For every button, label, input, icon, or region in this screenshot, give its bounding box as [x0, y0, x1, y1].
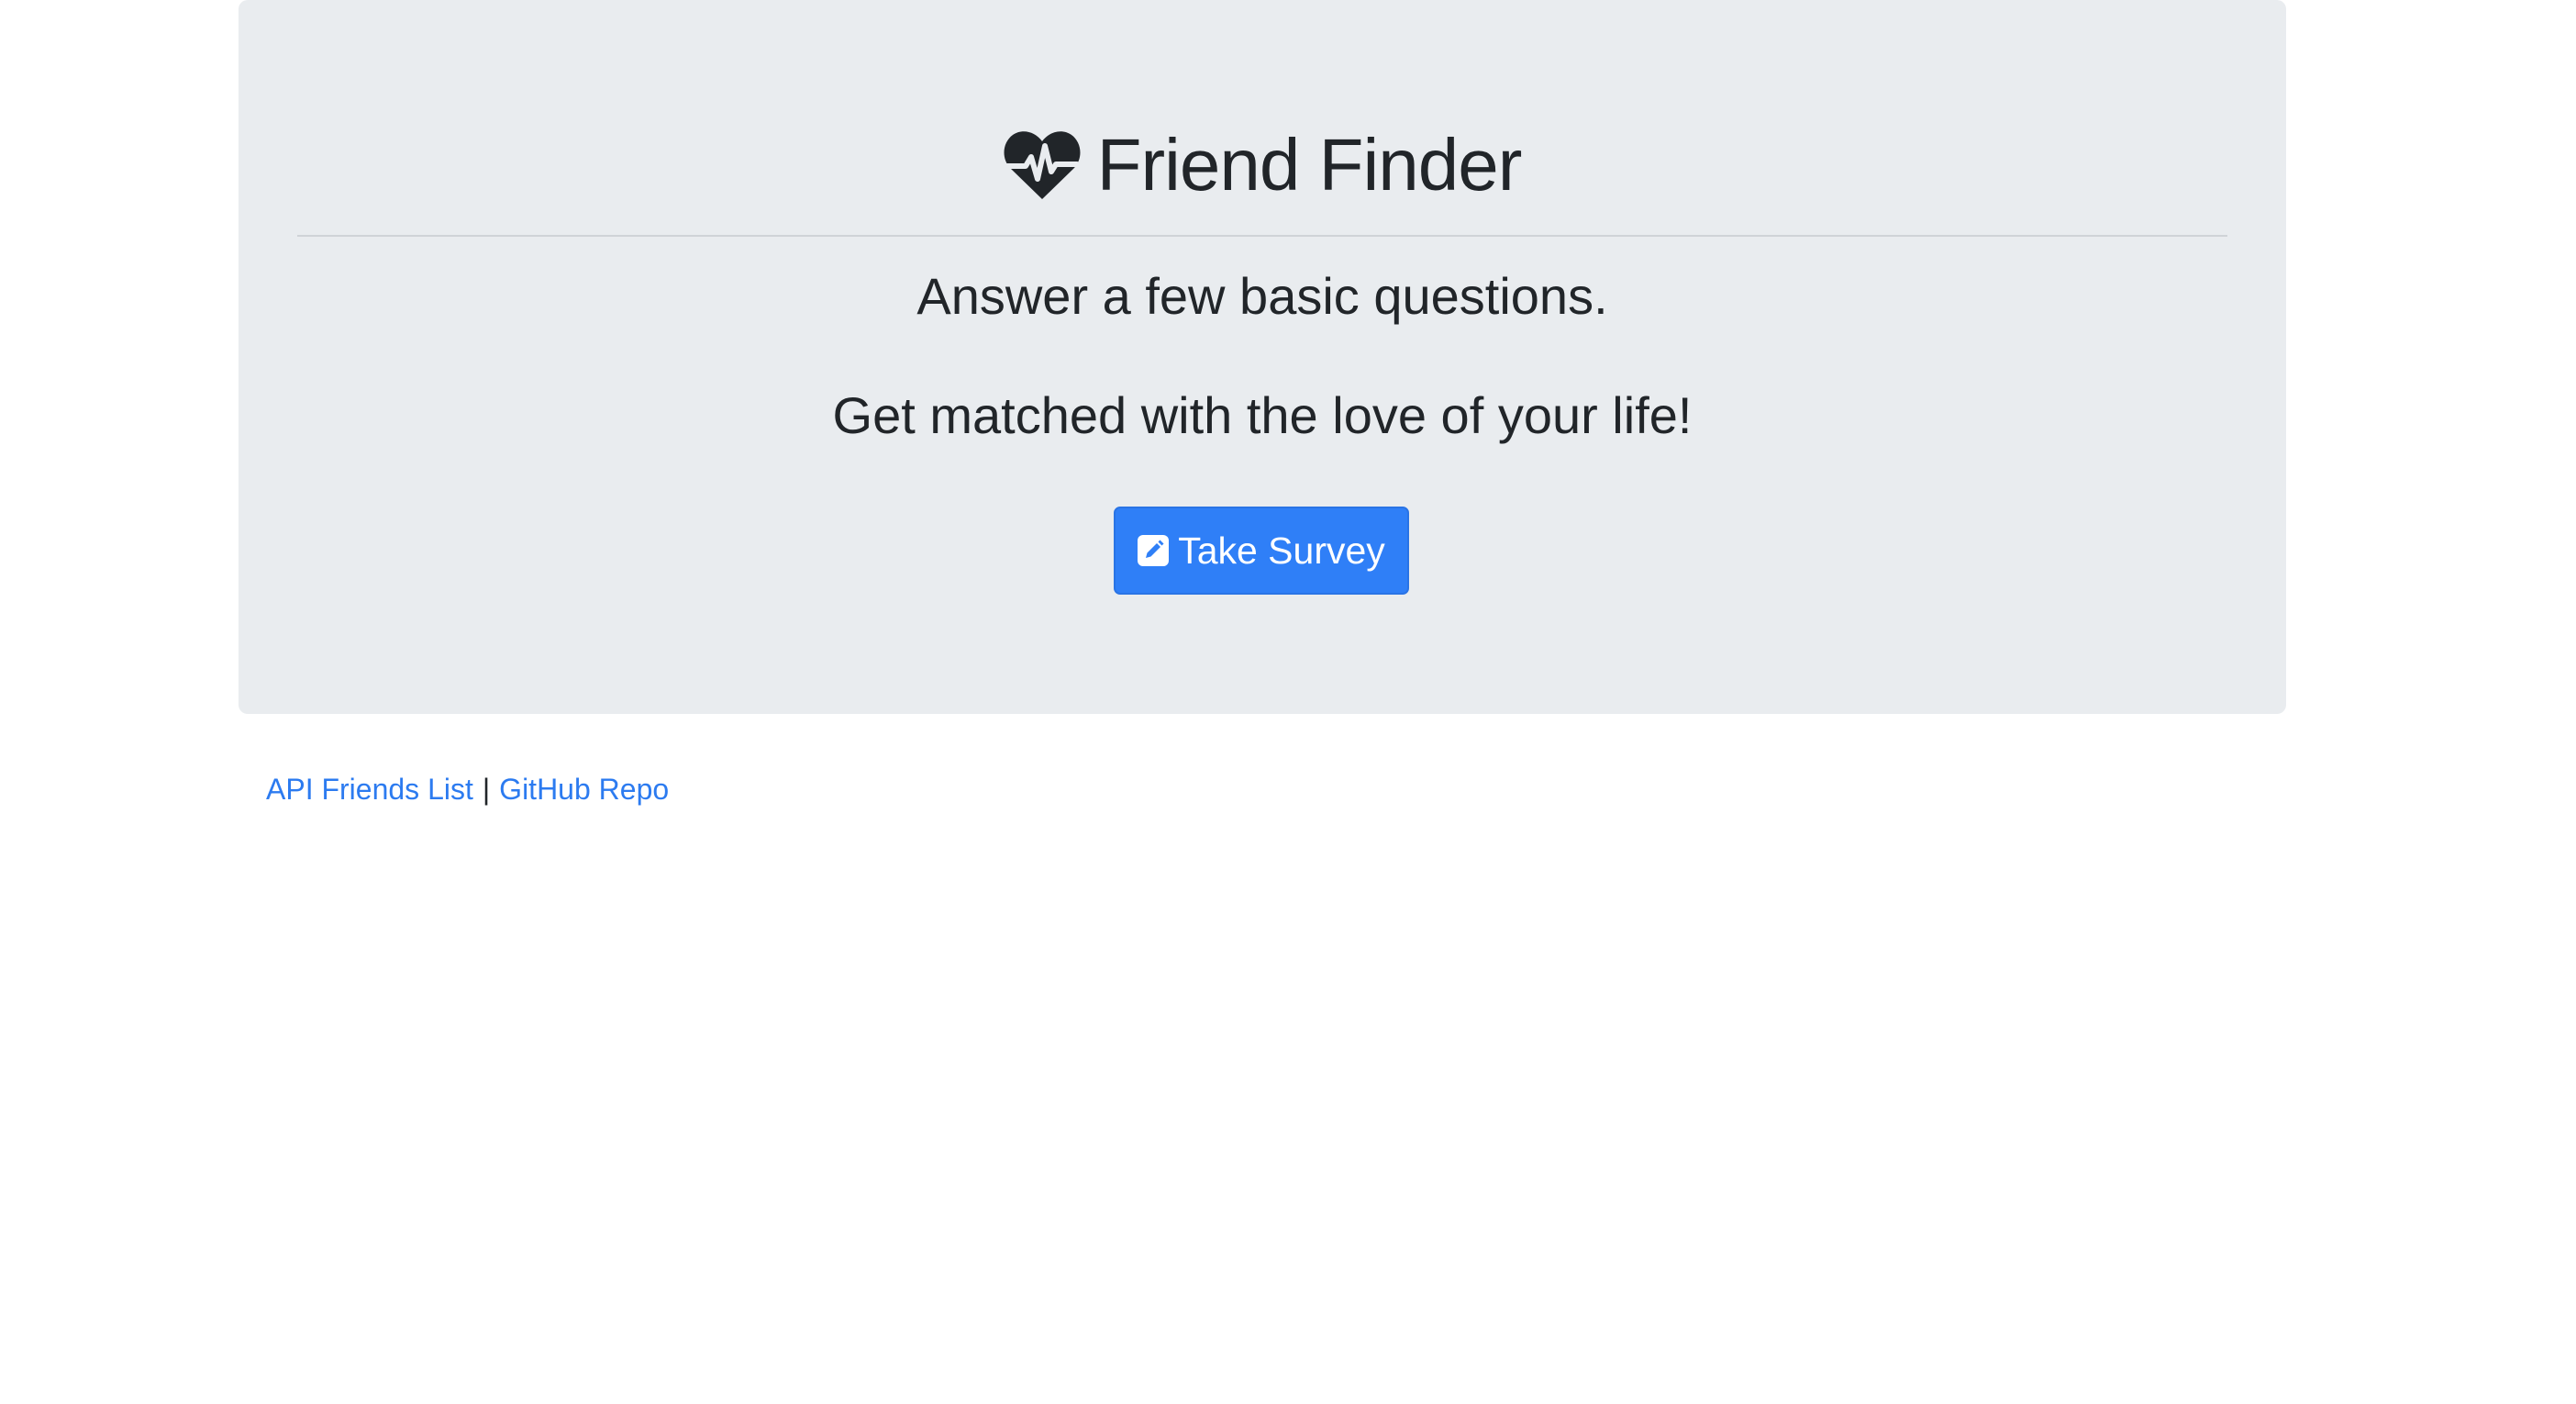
edit-icon [1138, 535, 1170, 566]
page: Friend Finder Answer a few basic questio… [0, 0, 2576, 1404]
page-title: Friend Finder [239, 110, 2286, 220]
link-separator: | [482, 773, 491, 806]
intro-line-2: Get matched with the love of your life! [832, 386, 1693, 444]
api-friends-list-link[interactable]: API Friends List [266, 773, 473, 806]
github-repo-link[interactable]: GitHub Repo [499, 773, 669, 806]
take-survey-button[interactable]: Take Survey [1114, 507, 1409, 595]
heartbeat-icon [1004, 131, 1081, 199]
take-survey-label: Take Survey [1178, 529, 1385, 572]
jumbotron: Friend Finder Answer a few basic questio… [239, 0, 2286, 714]
divider [297, 235, 2227, 237]
intro-line-1: Answer a few basic questions. [916, 267, 1608, 325]
title-text: Friend Finder [1096, 124, 1523, 206]
footer-links: API Friends List | GitHub Repo [266, 773, 669, 807]
